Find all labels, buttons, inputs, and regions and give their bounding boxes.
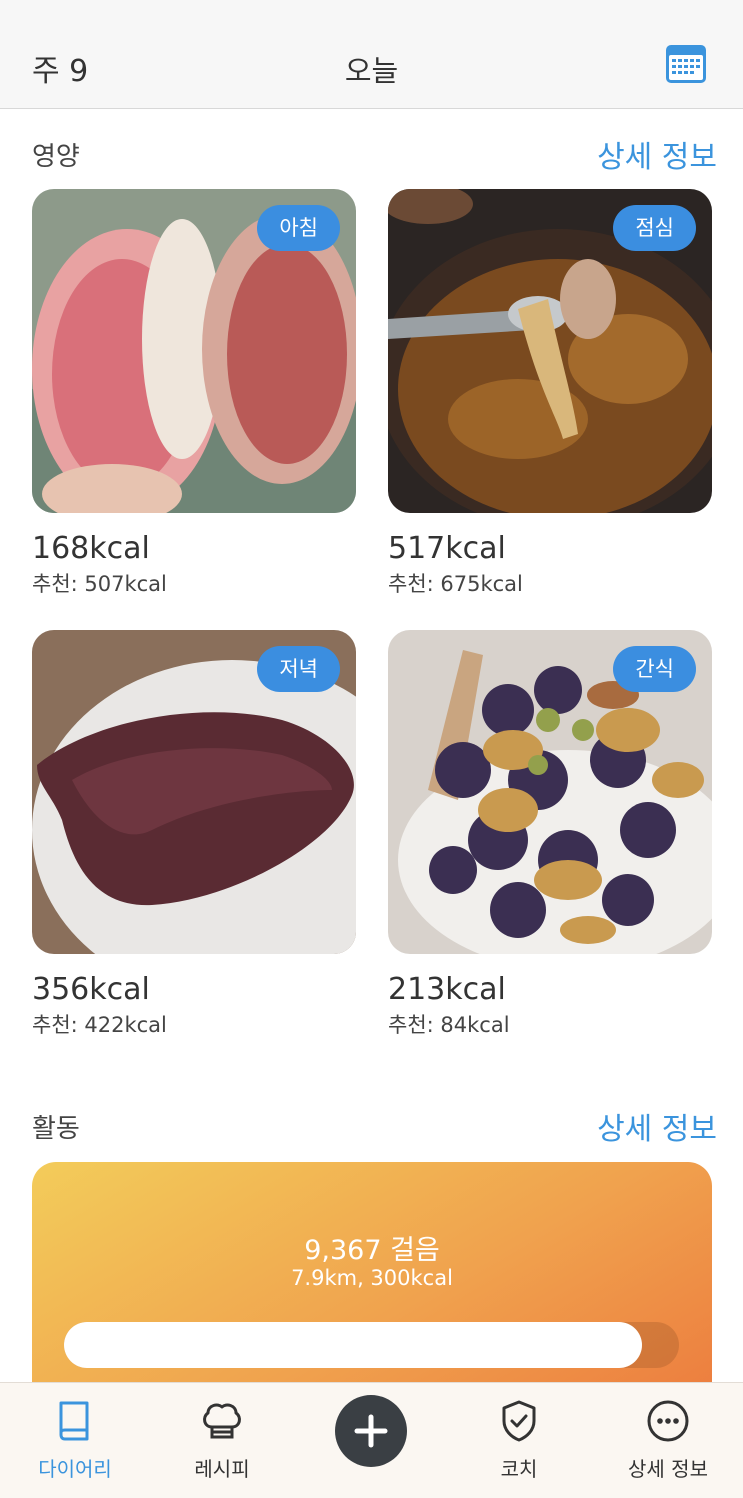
book-icon [51,1397,99,1445]
meal-kcal: 213kcal [388,972,506,1007]
breakfast-photo: 아침 [32,189,356,513]
lunch-photo: 점심 [388,189,712,513]
meal-tag-breakfast: 아침 [257,205,340,251]
tab-recipe[interactable]: 레시피 [147,1383,297,1498]
tab-label: 레시피 [194,1457,250,1481]
meal-tag-dinner: 저녁 [257,646,340,692]
activity-section-title: 활동 [32,1114,80,1144]
activity-details: 7.9km, 300kcal [291,1266,453,1290]
page-title: 오늘 [344,54,399,88]
meal-kcal: 168kcal [32,531,150,566]
tab-coach[interactable]: 코치 [444,1383,594,1498]
meal-recommended: 추천: 675kcal [388,572,523,596]
snack-photo: 간식 [388,630,712,954]
meal-kcal: 517kcal [388,531,506,566]
meal-kcal: 356kcal [32,972,150,1007]
tab-label: 다이어리 [38,1457,112,1481]
tab-more[interactable]: 상세 정보 [593,1383,743,1498]
plus-icon[interactable] [335,1395,407,1467]
step-count: 9,367 걸음 [304,1235,440,1266]
bottom-tab-bar: 다이어리 레시피 코치 상세 정보 [0,1382,743,1498]
chef-hat-icon [198,1397,246,1445]
step-progress-fill [64,1322,643,1368]
top-header: 주 9 오늘 [0,0,743,109]
meal-card-lunch[interactable]: 점심 517kcal 추천: 675kcal [388,189,712,597]
calendar-icon[interactable] [665,44,707,84]
activity-details-link[interactable]: 상세 정보 [597,1104,717,1148]
meal-recommended: 추천: 422kcal [32,1013,167,1037]
nutrition-section-title: 영양 [32,142,80,172]
meal-card-breakfast[interactable]: 아침 168kcal 추천: 507kcal [32,189,356,597]
tab-label: 상세 정보 [628,1457,708,1481]
shield-check-icon [495,1397,543,1445]
step-progress-bar [64,1322,679,1368]
meal-card-snack[interactable]: 간식 213kcal 추천: 84kcal [388,630,712,1038]
meal-recommended: 추천: 84kcal [388,1013,510,1037]
tab-label: 코치 [500,1457,538,1481]
meal-tag-snack: 간식 [613,646,696,692]
dinner-photo: 저녁 [32,630,356,954]
tab-diary[interactable]: 다이어리 [0,1383,150,1498]
more-icon [644,1397,692,1445]
meal-card-dinner[interactable]: 저녁 356kcal 추천: 422kcal [32,630,356,1038]
meal-tag-lunch: 점심 [613,205,696,251]
meal-recommended: 추천: 507kcal [32,572,167,596]
nutrition-details-link[interactable]: 상세 정보 [597,132,717,176]
